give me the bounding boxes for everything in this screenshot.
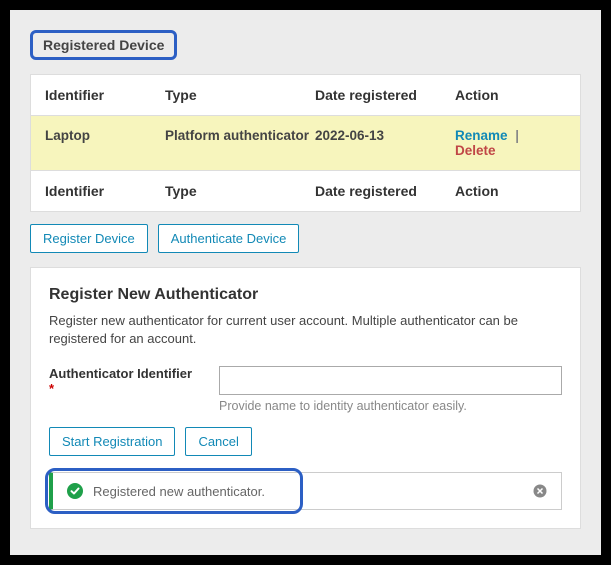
cancel-button[interactable]: Cancel <box>185 427 251 456</box>
col-action: Action <box>455 87 566 103</box>
alert-message: Registered new authenticator. <box>93 484 265 499</box>
start-registration-button[interactable]: Start Registration <box>49 427 175 456</box>
required-mark: * <box>49 381 54 396</box>
table-row: Laptop Platform authenticator 2022-06-13… <box>31 116 580 171</box>
register-device-button[interactable]: Register Device <box>30 224 148 253</box>
field-label-text: Authenticator Identifier <box>49 366 192 381</box>
cell-identifier: Laptop <box>45 128 165 158</box>
success-alert: Registered new authenticator. <box>49 472 562 510</box>
field-wrap: Provide name to identity authenticator e… <box>219 366 562 413</box>
table-header-row: Identifier Type Date registered Action <box>31 75 580 116</box>
field-hint: Provide name to identity authenticator e… <box>219 399 562 413</box>
col-identifier: Identifier <box>45 87 165 103</box>
page-frame: Registered Device Identifier Type Date r… <box>10 10 601 555</box>
registered-device-tab[interactable]: Registered Device <box>30 30 177 60</box>
action-separator: | <box>515 128 519 143</box>
table-footer-row: Identifier Type Date registered Action <box>31 171 580 211</box>
cell-type: Platform authenticator <box>165 128 315 158</box>
col-type: Type <box>165 87 315 103</box>
success-check-icon <box>67 483 83 499</box>
col-date: Date registered <box>315 87 455 103</box>
col-action-foot: Action <box>455 183 566 199</box>
close-icon[interactable] <box>533 484 547 498</box>
col-type-foot: Type <box>165 183 315 199</box>
field-label: Authenticator Identifier * <box>49 366 199 413</box>
device-table: Identifier Type Date registered Action L… <box>30 74 581 212</box>
cell-date: 2022-06-13 <box>315 128 455 158</box>
authenticate-device-button[interactable]: Authenticate Device <box>158 224 300 253</box>
col-date-foot: Date registered <box>315 183 455 199</box>
form-row: Authenticator Identifier * Provide name … <box>49 366 562 413</box>
register-panel: Register New Authenticator Register new … <box>30 267 581 529</box>
authenticator-identifier-input[interactable] <box>219 366 562 395</box>
panel-title: Register New Authenticator <box>49 286 562 304</box>
col-identifier-foot: Identifier <box>45 183 165 199</box>
delete-link[interactable]: Delete <box>455 143 496 158</box>
rename-link[interactable]: Rename <box>455 128 508 143</box>
panel-desc: Register new authenticator for current u… <box>49 312 562 348</box>
cell-action: Rename | Delete <box>455 128 566 158</box>
panel-button-row: Start Registration Cancel <box>49 427 562 456</box>
device-button-row: Register Device Authenticate Device <box>30 224 581 253</box>
alert-wrap: Registered new authenticator. <box>49 472 562 510</box>
